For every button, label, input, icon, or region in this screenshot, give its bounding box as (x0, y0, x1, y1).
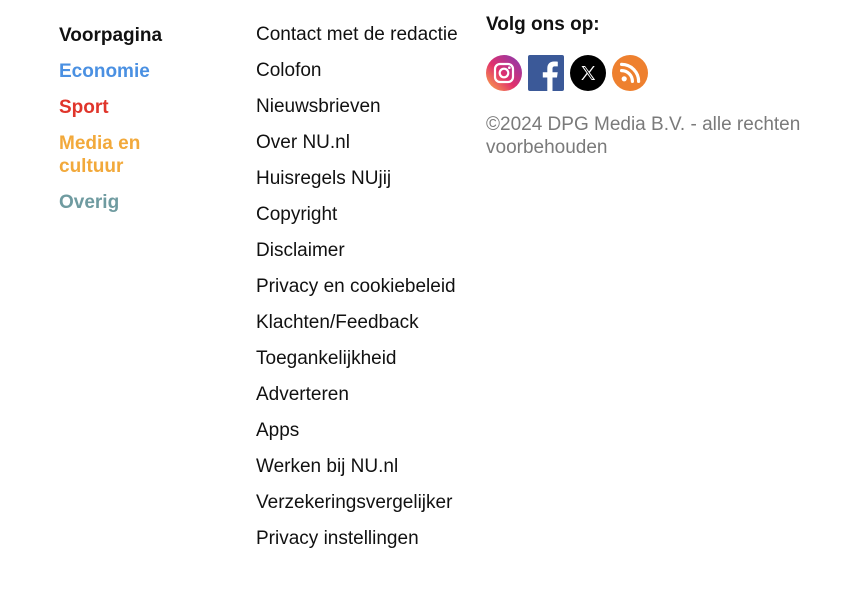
footer-link-toegankelijkheid[interactable]: Toegankelijkheid (256, 348, 476, 370)
sections-nav: Voorpagina Economie Sport Media en cultu… (59, 24, 209, 227)
footer-link-disclaimer[interactable]: Disclaimer (256, 240, 476, 262)
social-icons (486, 55, 836, 91)
footer-link-adverteren[interactable]: Adverteren (256, 384, 476, 406)
footer-link-huisregels[interactable]: Huisregels NUjij (256, 168, 476, 190)
rss-icon[interactable] (612, 55, 648, 91)
copyright-text: ©2024 DPG Media B.V. - alle rechten voor… (486, 114, 801, 158)
footer-link-copyright[interactable]: Copyright (256, 204, 476, 226)
footer-link-verzekeringsvergelijker[interactable]: Verzekeringsvergelijker (256, 492, 476, 514)
section-link-economie[interactable]: Economie (59, 60, 209, 83)
section-link-sport[interactable]: Sport (59, 96, 209, 119)
section-link-voorpagina[interactable]: Voorpagina (59, 24, 209, 47)
footer-links: Contact met de redactie Colofon Nieuwsbr… (256, 24, 476, 564)
follow-title: Volg ons op: (486, 14, 600, 35)
section-link-media-en-cultuur[interactable]: Media en cultuur (59, 132, 209, 178)
footer-link-werken-bij[interactable]: Werken bij NU.nl (256, 456, 476, 478)
footer-link-privacy-instellingen[interactable]: Privacy instellingen (256, 528, 476, 550)
footer-link-over-nu[interactable]: Over NU.nl (256, 132, 476, 154)
footer-link-contact[interactable]: Contact met de redactie (256, 24, 476, 46)
x-icon[interactable] (570, 55, 606, 91)
footer-link-privacy-cookiebeleid[interactable]: Privacy en cookiebeleid (256, 276, 476, 298)
footer-link-apps[interactable]: Apps (256, 420, 476, 442)
social-section: Volg ons op: ©2024 DPG Media B.V. - alle… (486, 13, 836, 159)
instagram-icon[interactable] (486, 55, 522, 91)
footer-link-nieuwsbrieven[interactable]: Nieuwsbrieven (256, 96, 476, 118)
footer-link-klachten[interactable]: Klachten/Feedback (256, 312, 476, 334)
section-link-overig[interactable]: Overig (59, 191, 209, 214)
facebook-icon[interactable] (528, 55, 564, 91)
footer-link-colofon[interactable]: Colofon (256, 60, 476, 82)
